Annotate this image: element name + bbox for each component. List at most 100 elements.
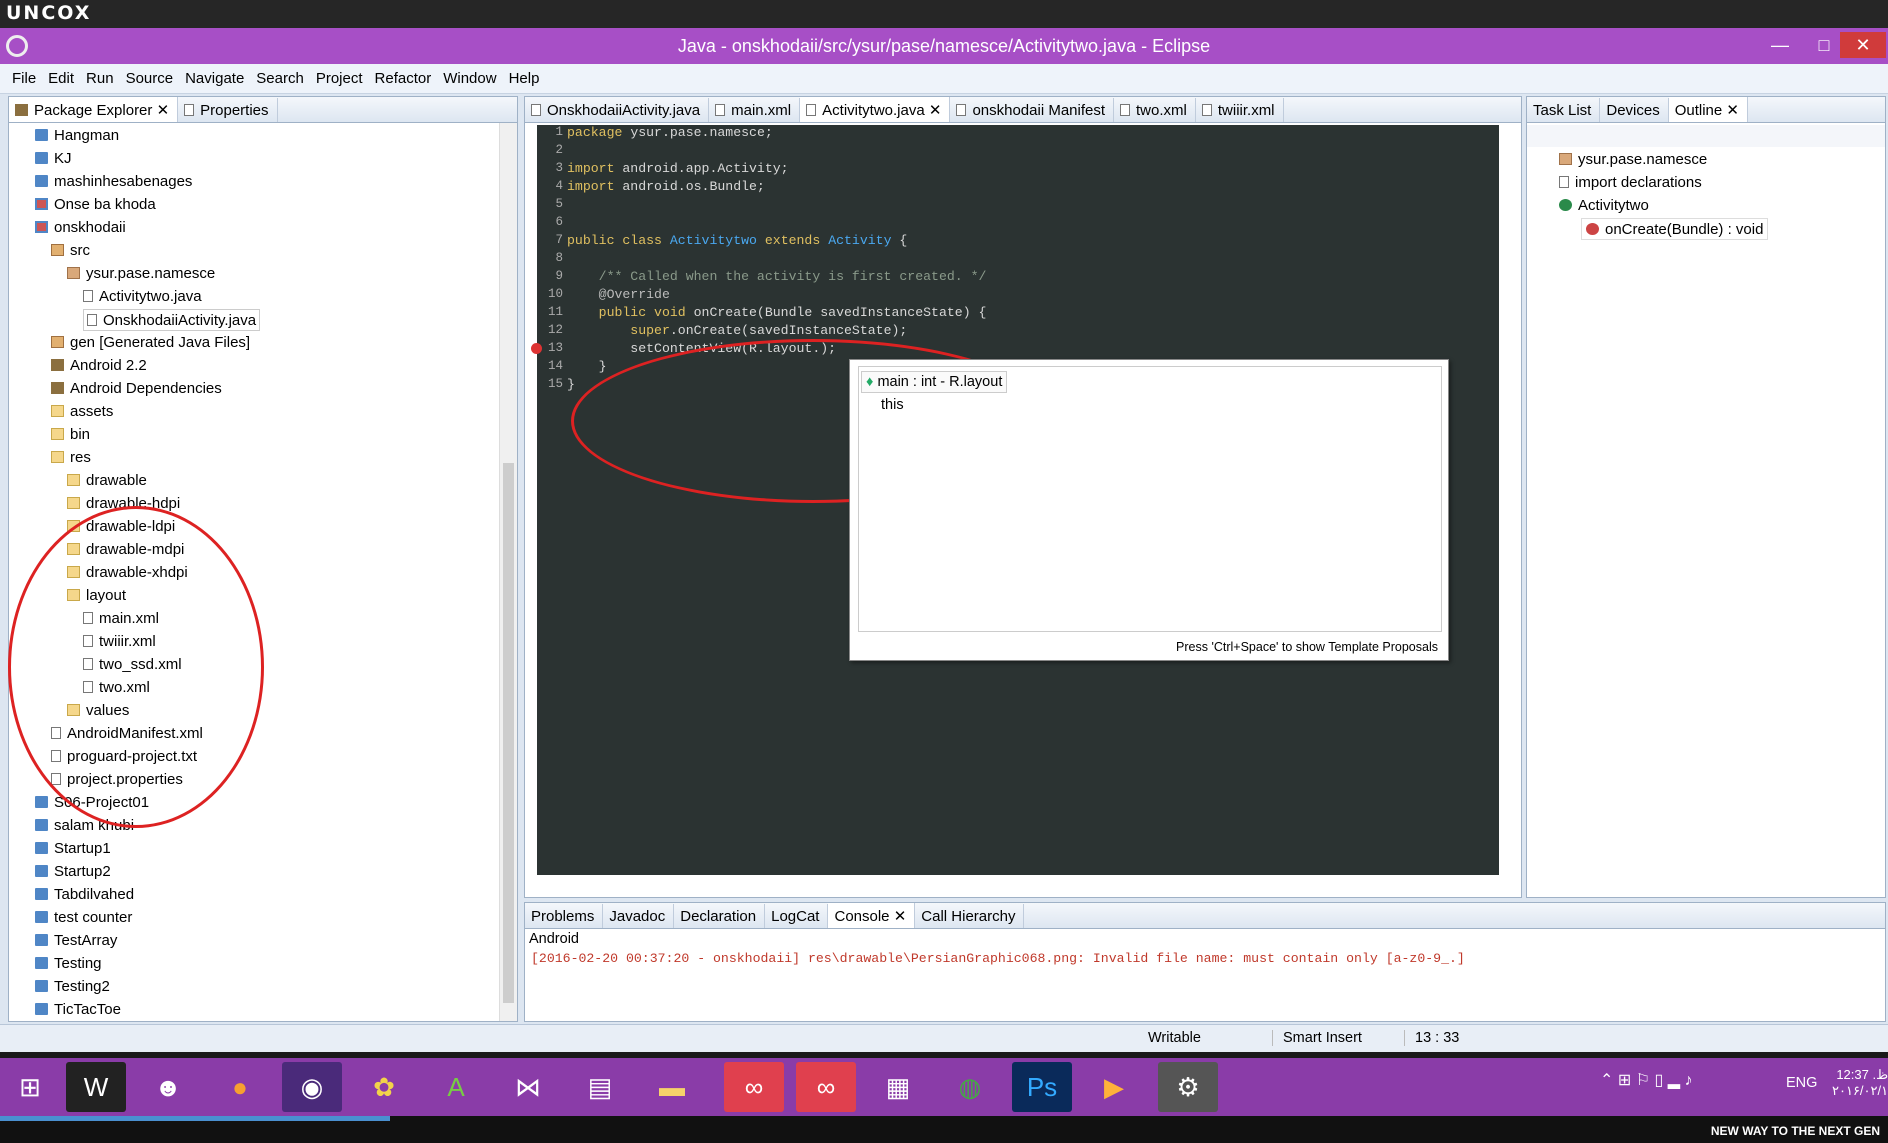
console-tab[interactable]: Declaration: [674, 904, 766, 928]
recorder-icon[interactable]: ∞: [724, 1062, 784, 1112]
outline-class[interactable]: Activitytwo: [1559, 195, 1649, 217]
file-tab-icon: [1120, 104, 1131, 116]
menu-navigate[interactable]: Navigate: [179, 64, 250, 87]
source-folder-icon: [51, 244, 64, 256]
media-app-icon[interactable]: ✿: [354, 1062, 414, 1112]
line-number: 12: [547, 323, 563, 337]
tree-item[interactable]: Tabdilvahed: [35, 884, 134, 906]
tab-outline[interactable]: Outline ✕: [1668, 97, 1748, 122]
close-button[interactable]: ✕: [1840, 32, 1886, 58]
tree-item[interactable]: Activitytwo.java: [83, 286, 202, 308]
tree-item[interactable]: Android Dependencies: [51, 378, 222, 400]
start-windows-icon[interactable]: ⊞: [0, 1062, 60, 1112]
explorer-scroll-thumb[interactable]: [503, 463, 514, 1003]
tree-item[interactable]: Android 2.2: [51, 355, 147, 377]
explorer-scrollbar[interactable]: [499, 123, 517, 1021]
tree-item[interactable]: mashinhesabenages: [35, 171, 192, 193]
error-marker-icon[interactable]: [531, 343, 542, 354]
tree-item[interactable]: test counter: [35, 907, 132, 929]
photoshop-icon[interactable]: Ps: [1012, 1062, 1072, 1112]
tray-clock[interactable]: 12:37 .ظ ۲۰۱۶/۰۲/۱: [1832, 1067, 1888, 1099]
status-insert-mode: Smart Insert: [1272, 1030, 1362, 1046]
minimize-button[interactable]: —: [1758, 32, 1802, 58]
menu-refactor[interactable]: Refactor: [369, 64, 438, 87]
tray-language[interactable]: ENG: [1786, 1075, 1817, 1091]
menu-window[interactable]: Window: [437, 64, 502, 87]
project-icon: [35, 934, 48, 946]
code-line-7: public class Activitytwo extends Activit…: [567, 233, 908, 248]
visual-studio-icon[interactable]: ⋈: [498, 1062, 558, 1112]
tree-item[interactable]: TestArray: [35, 930, 117, 952]
tree-item[interactable]: bin: [51, 424, 90, 446]
project-icon: [35, 1003, 48, 1015]
window-title: Java - onskhodaii/src/ysur/pase/namesce/…: [677, 36, 1211, 56]
menu-help[interactable]: Help: [503, 64, 546, 87]
window-app-icon[interactable]: ▤: [570, 1062, 630, 1112]
project-icon: [35, 175, 48, 187]
menu-run[interactable]: Run: [80, 64, 120, 87]
menu-source[interactable]: Source: [120, 64, 180, 87]
editor-tab-row: OnskhodaiiActivity.java main.xml Activityt…: [525, 97, 1521, 123]
tree-item[interactable]: res: [51, 447, 91, 469]
tab-devices[interactable]: Devices: [1600, 98, 1669, 122]
console-tab[interactable]: Problems: [525, 904, 604, 928]
editor-tab[interactable]: onskhodaii Manifest: [950, 98, 1115, 122]
console-tab[interactable]: Console ✕: [828, 903, 916, 928]
file-explorer-icon[interactable]: ▬: [642, 1062, 702, 1112]
settings-gear-icon[interactable]: ⚙: [1158, 1062, 1218, 1112]
code-line-3: import android.app.Activity;: [567, 161, 789, 176]
menu-search[interactable]: Search: [250, 64, 310, 87]
eclipse-icon[interactable]: ◉: [282, 1062, 342, 1112]
tree-item[interactable]: TicTacToe: [35, 999, 121, 1021]
tree-item[interactable]: Hangman: [35, 125, 119, 147]
tree-item[interactable]: drawable: [67, 470, 147, 492]
menu-project[interactable]: Project: [310, 64, 369, 87]
tree-item[interactable]: Onse ba khoda: [35, 194, 156, 216]
editor-tab[interactable]: twiiir.xml: [1196, 98, 1284, 122]
media-player-icon[interactable]: ▶: [1084, 1062, 1144, 1112]
editor-tab[interactable]: Activitytwo.java ✕: [800, 97, 951, 122]
editor-tab[interactable]: two.xml: [1114, 98, 1196, 122]
editor-tab[interactable]: OnskhodaiiActivity.java: [525, 98, 710, 122]
editor-tab[interactable]: main.xml: [709, 98, 801, 122]
tree-item[interactable]: Startup1: [35, 838, 111, 860]
outline-imports[interactable]: import declarations: [1559, 172, 1702, 194]
android-studio-icon[interactable]: A: [426, 1062, 486, 1112]
tab-package-explorer[interactable]: Package Explorer ✕: [9, 97, 179, 122]
menu-edit[interactable]: Edit: [42, 64, 80, 87]
tree-item[interactable]: ysur.pase.namesce: [67, 263, 215, 285]
folder-icon: [67, 497, 80, 509]
proposal-item[interactable]: this: [881, 397, 904, 413]
proposal-item[interactable]: ♦ main : int - R.layout: [861, 371, 1008, 393]
tree-item[interactable]: KJ: [35, 148, 72, 170]
library-icon: [51, 382, 64, 394]
tree-item[interactable]: src: [51, 240, 90, 262]
menu-file[interactable]: File: [0, 64, 42, 87]
firefox-icon[interactable]: ●: [210, 1062, 270, 1112]
user-app-icon[interactable]: ☻: [138, 1062, 198, 1112]
tab-properties[interactable]: Properties: [178, 98, 278, 122]
line-number: 9: [555, 269, 563, 283]
tree-item[interactable]: Startup2: [35, 861, 111, 883]
tree-item[interactable]: onskhodaii: [35, 217, 126, 239]
warcraft-icon[interactable]: W: [66, 1062, 126, 1112]
tab-task-list[interactable]: Task List: [1527, 98, 1601, 122]
globe-icon[interactable]: ◍: [940, 1062, 1000, 1112]
outline-method[interactable]: onCreate(Bundle) : void: [1581, 218, 1769, 240]
tree-item[interactable]: Testing2: [35, 976, 110, 998]
file-tab-icon: [715, 104, 726, 116]
outline-package[interactable]: ysur.pase.namesce: [1559, 149, 1707, 171]
tree-item[interactable]: gen [Generated Java Files]: [51, 332, 250, 354]
folder-icon: [67, 474, 80, 486]
top-bar: UNCOX: [0, 0, 1888, 28]
console-tab[interactable]: Javadoc: [603, 904, 675, 928]
winrar-icon[interactable]: ▦: [868, 1062, 928, 1112]
console-tab[interactable]: Call Hierarchy: [915, 904, 1025, 928]
tray-icons[interactable]: ⌃ ⊞ ⚐ ▯ ▂ ♪: [1600, 1070, 1693, 1090]
line-number: 5: [555, 197, 563, 211]
tree-item[interactable]: assets: [51, 401, 113, 423]
tree-item[interactable]: Testing: [35, 953, 102, 975]
tree-item[interactable]: OnskhodaiiActivity.java: [83, 309, 261, 331]
console-tab[interactable]: LogCat: [765, 904, 829, 928]
recorder2-icon[interactable]: ∞: [796, 1062, 856, 1112]
